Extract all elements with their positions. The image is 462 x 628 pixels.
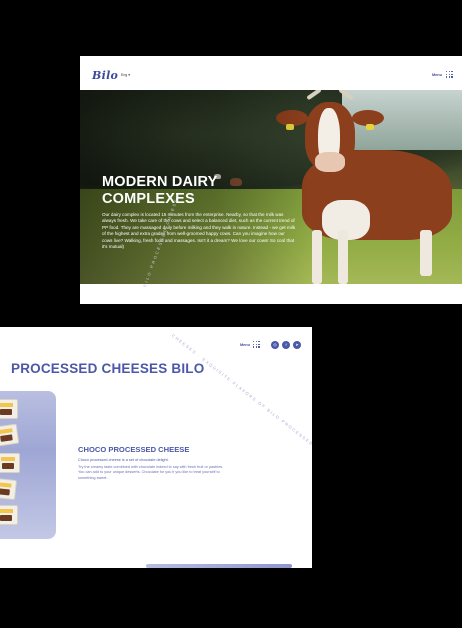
- product-subtitle: Choco processed cheese is a set of choco…: [78, 458, 169, 462]
- carousel-scrollbar[interactable]: [146, 564, 292, 568]
- hero-description: Our dairy complex is located 15 minutes …: [102, 212, 296, 250]
- hero-title: MODERN DAIRY COMPLEXES: [102, 174, 218, 207]
- hero-image-cow-meadow: MODERN DAIRY COMPLEXES Our dairy complex…: [80, 90, 462, 284]
- menu-grid-icon[interactable]: [253, 341, 260, 348]
- product-image-card[interactable]: [0, 391, 56, 539]
- product-description: Try the creamy taste combined with choco…: [78, 465, 224, 480]
- section-title: PROCESSED CHEESES BILO: [11, 361, 205, 376]
- decorative-arc-text: CHEESES · EXQUISITE FLAVORS OF BILO PROC…: [170, 333, 312, 467]
- menu-button-label[interactable]: Menu: [240, 343, 250, 347]
- language-selector[interactable]: Eng ▾: [121, 73, 130, 77]
- dairy-section-card: Bilo Eng ▾ Menu MODERN DAIRY COMPLEXES O…: [80, 56, 462, 304]
- menu-grid-icon[interactable]: [446, 71, 453, 78]
- menu-button-label[interactable]: Menu: [432, 73, 442, 77]
- product-title: CHOCO PROCESSED CHEESE: [78, 445, 190, 454]
- instagram-icon[interactable]: ◎: [271, 341, 279, 349]
- brand-logo[interactable]: Bilo: [92, 69, 118, 82]
- facebook-icon[interactable]: f: [282, 341, 290, 349]
- products-section-card: Menu ◎ f ➤ PROCESSED CHEESES BILO CHOCO …: [0, 327, 312, 568]
- telegram-icon[interactable]: ➤: [293, 341, 301, 349]
